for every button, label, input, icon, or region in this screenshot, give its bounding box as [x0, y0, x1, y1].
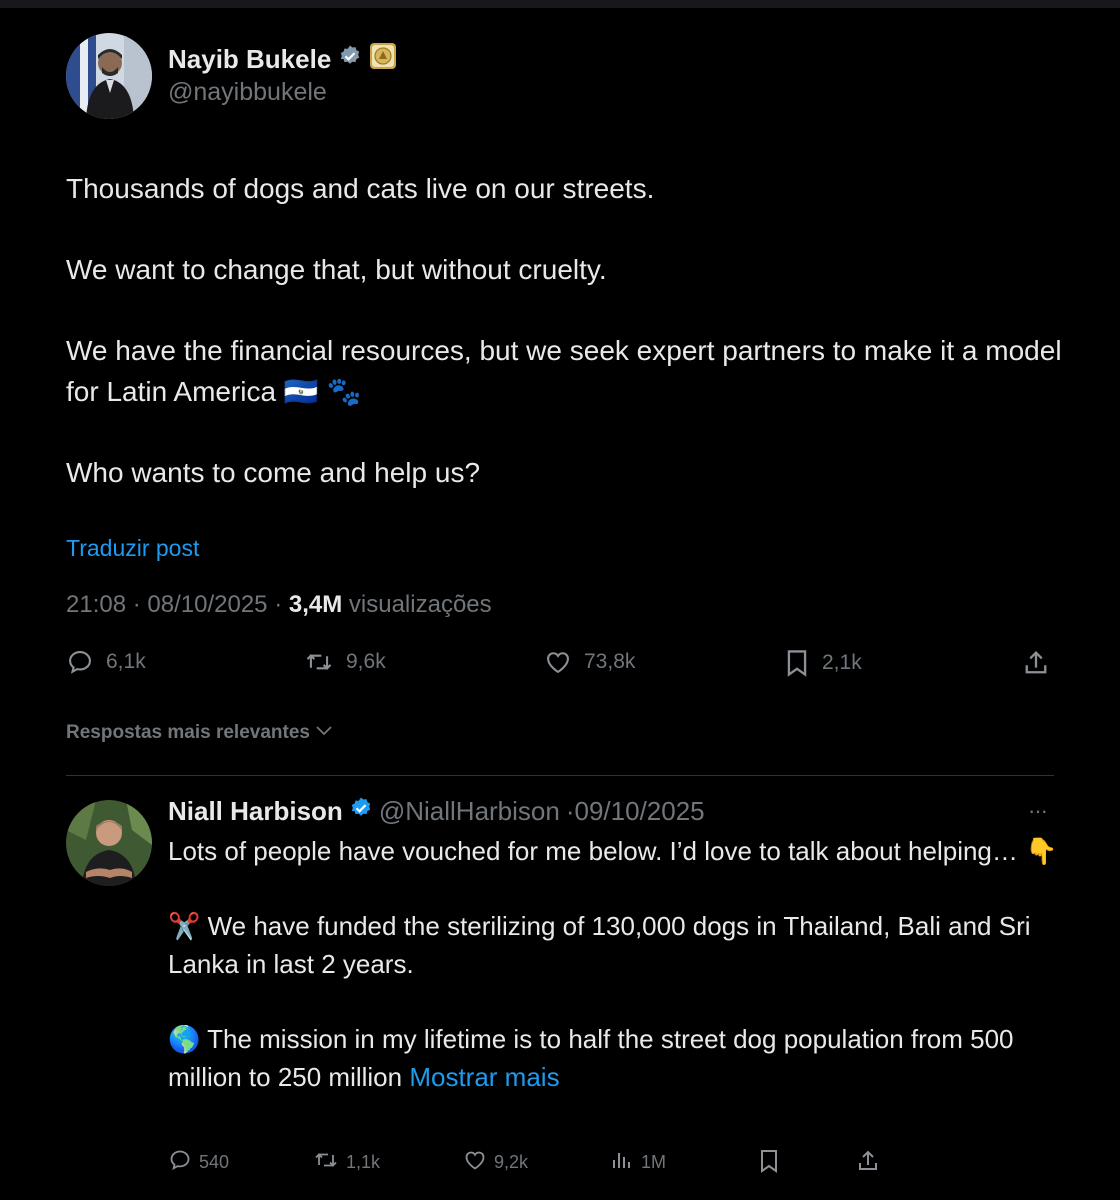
reply-share-button[interactable] — [856, 1148, 880, 1179]
reply-repost-count: 1,1k — [346, 1152, 381, 1172]
post-text: Thousands of dogs and cats live on our s… — [66, 168, 1066, 533]
post-date[interactable]: 08/10/2025 — [147, 591, 267, 618]
reply-header: Niall Harbison @NiallHarbison ·09/10/202… — [168, 796, 705, 827]
divider — [66, 775, 1054, 776]
reply-repost-button[interactable]: 1,1k — [313, 1148, 380, 1177]
reply-views-button[interactable]: 1M — [610, 1148, 666, 1177]
bookmark-count: 2,1k — [822, 651, 862, 674]
reply-button[interactable]: 6,1k — [66, 648, 146, 676]
author-handle[interactable]: @nayibbukele — [168, 78, 327, 107]
like-icon — [463, 1148, 487, 1177]
meta-separator: · — [132, 591, 148, 618]
reply-icon — [66, 648, 94, 676]
share-icon — [1022, 648, 1050, 678]
repost-count: 9,6k — [346, 650, 386, 673]
reply-like-button[interactable]: 9,2k — [463, 1148, 528, 1177]
reply-count: 6,1k — [106, 650, 146, 673]
views-label: visualizações — [348, 591, 492, 618]
post-meta: 21:08 · 08/10/2025 · 3,4M visualizações — [66, 591, 492, 619]
reply-paragraph: 🌎 The mission in my lifetime is to half … — [168, 1024, 1014, 1092]
reply-author-handle[interactable]: @NiallHarbison — [379, 796, 560, 827]
chevron-down-icon — [314, 722, 334, 744]
post-actions: 6,1k 9,6k 73,8k 2,1k — [66, 648, 1056, 684]
meta-separator: · — [274, 591, 289, 618]
replies-sort-dropdown[interactable]: Respostas mais relevantes — [66, 722, 334, 744]
reply-reply-count: 540 — [199, 1152, 230, 1172]
views-icon — [610, 1148, 634, 1177]
reply-author-avatar[interactable] — [66, 800, 152, 886]
reply-text: Lots of people have vouched for me below… — [168, 832, 1068, 1133]
bookmark-button[interactable]: 2,1k — [784, 648, 862, 678]
translate-post-link[interactable]: Traduzir post — [66, 535, 199, 562]
post-paragraph: We have the financial resources, but we … — [66, 335, 1062, 407]
reply-icon — [168, 1148, 192, 1177]
sort-label: Respostas mais relevantes — [66, 722, 310, 743]
reply-paragraph: ✂️ We have funded the sterilizing of 130… — [168, 911, 1031, 979]
repost-icon — [313, 1148, 339, 1177]
reply-author-name[interactable]: Niall Harbison — [168, 796, 343, 827]
bookmark-icon — [758, 1148, 780, 1179]
reply-bookmark-button[interactable] — [758, 1148, 780, 1179]
post-time[interactable]: 21:08 — [66, 591, 126, 618]
show-more-link[interactable]: Mostrar mais — [409, 1062, 559, 1092]
reply-like-count: 9,2k — [494, 1152, 529, 1172]
views-count: 3,4M — [288, 591, 343, 618]
like-count: 73,8k — [584, 650, 636, 673]
bookmark-icon — [784, 648, 810, 678]
author-name-row: Nayib Bukele — [168, 42, 397, 77]
author-name[interactable]: Nayib Bukele — [168, 44, 331, 75]
share-button[interactable] — [1022, 648, 1050, 678]
top-edge — [0, 0, 1120, 8]
bottom-edge — [0, 1196, 1120, 1200]
repost-button[interactable]: 9,6k — [304, 648, 386, 676]
reply-paragraph-last: 🌎 The mission in my lifetime is to half … — [168, 1020, 1068, 1096]
verified-badge-icon — [338, 44, 362, 75]
reply-views-count: 1M — [641, 1152, 667, 1172]
reply-actions: 540 1,1k 9,2k 1M — [168, 1148, 888, 1178]
share-icon — [856, 1148, 880, 1179]
post-paragraph: Who wants to come and help us? — [66, 457, 481, 488]
author-avatar[interactable] — [66, 33, 152, 119]
verified-badge-icon — [349, 796, 373, 827]
government-seal-icon — [369, 42, 397, 77]
like-icon — [544, 648, 572, 676]
like-button[interactable]: 73,8k — [544, 648, 635, 676]
reply-paragraph: Lots of people have vouched for me below… — [168, 836, 1058, 866]
post-paragraph: Thousands of dogs and cats live on our s… — [66, 173, 655, 204]
reply-date[interactable]: ·09/10/2025 — [566, 796, 705, 827]
reply-reply-button[interactable]: 540 — [168, 1148, 229, 1177]
more-icon[interactable]: ··· — [1028, 798, 1048, 824]
post-paragraph: We want to change that, but without crue… — [66, 254, 607, 285]
repost-icon — [304, 648, 334, 676]
